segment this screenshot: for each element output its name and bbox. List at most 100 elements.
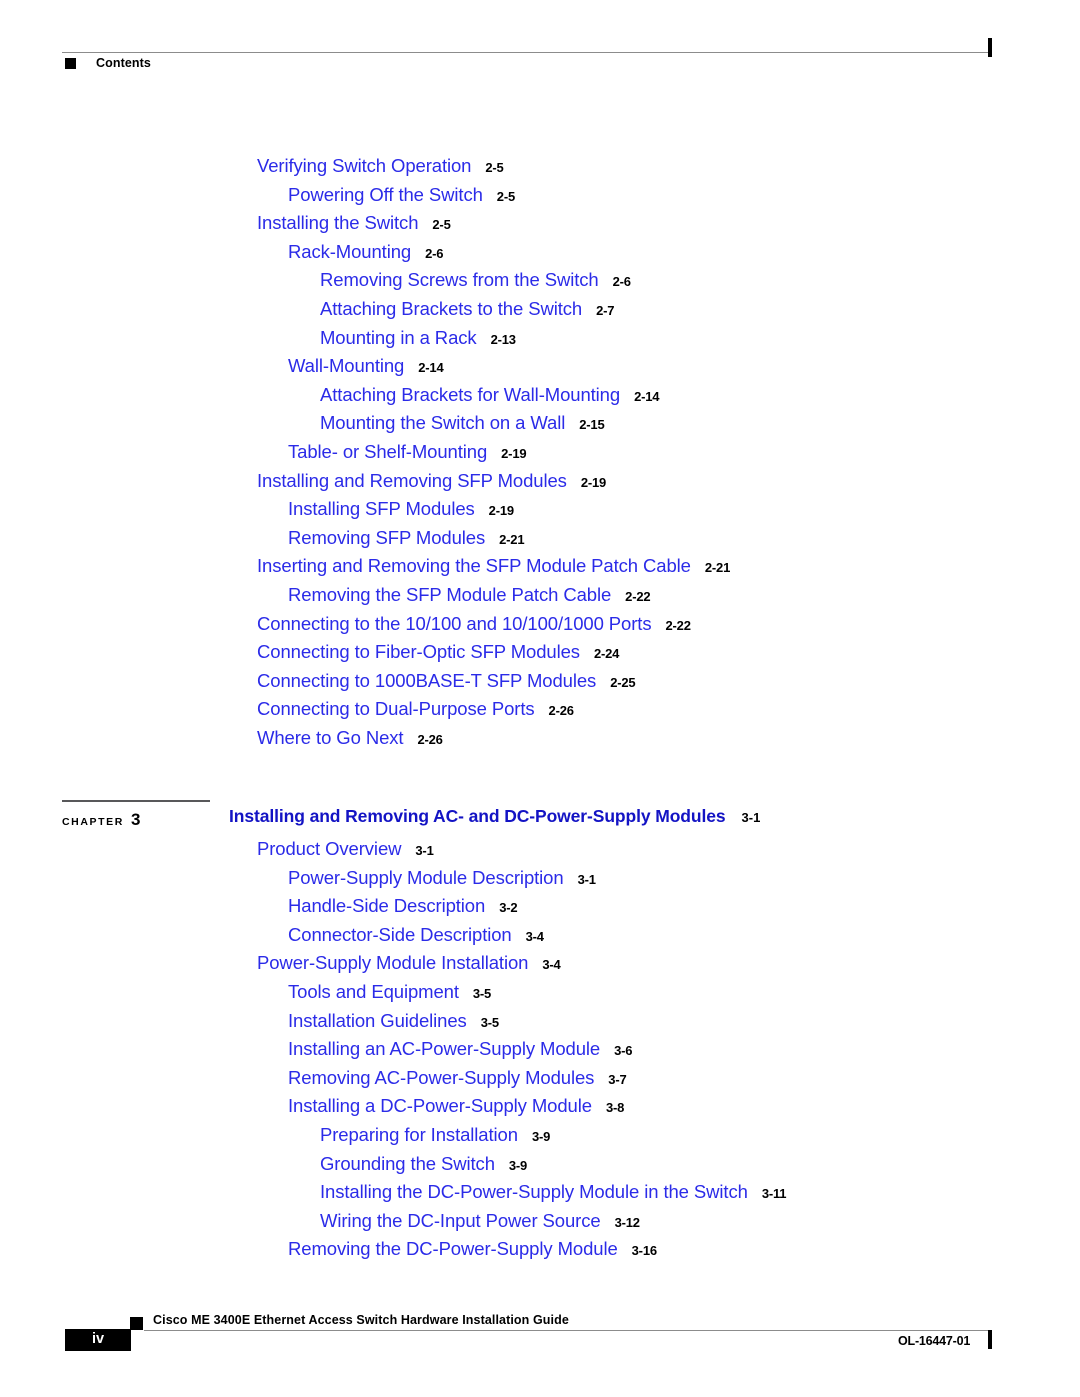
toc-entry[interactable]: Connecting to Dual-Purpose Ports 2-26 bbox=[257, 698, 574, 722]
page-header: Contents bbox=[0, 0, 1080, 100]
toc-entry-label[interactable]: Inserting and Removing the SFP Module Pa… bbox=[257, 555, 691, 577]
toc-entry-label[interactable]: Power-Supply Module Description bbox=[288, 867, 564, 889]
toc-entry[interactable]: Product Overview 3-1 bbox=[257, 838, 434, 862]
toc-entry-label[interactable]: Power-Supply Module Installation bbox=[257, 952, 528, 974]
toc-entry-page-number: 3-16 bbox=[631, 1243, 657, 1259]
toc-entry-label[interactable]: Handle-Side Description bbox=[288, 895, 485, 917]
toc-entry[interactable]: Installation Guidelines 3-5 bbox=[288, 1010, 499, 1034]
footer-guide-title: Cisco ME 3400E Ethernet Access Switch Ha… bbox=[153, 1313, 569, 1327]
toc-entry-label[interactable]: Table- or Shelf-Mounting bbox=[288, 441, 487, 463]
toc-entry[interactable]: Wiring the DC-Input Power Source 3-12 bbox=[320, 1210, 640, 1234]
toc-entry[interactable]: Preparing for Installation 3-9 bbox=[320, 1124, 550, 1148]
toc-entry-label[interactable]: Installing SFP Modules bbox=[288, 498, 475, 520]
toc-entry[interactable]: Attaching Brackets for Wall-Mounting 2-14 bbox=[320, 384, 659, 408]
toc-entry-page-number: 3-9 bbox=[508, 1157, 528, 1173]
toc-entry[interactable]: Rack-Mounting 2-6 bbox=[288, 241, 444, 265]
chapter-marker-number: 3 bbox=[130, 810, 141, 829]
toc-entry-label[interactable]: Preparing for Installation bbox=[320, 1124, 518, 1146]
toc-entry[interactable]: Installing and Removing SFP Modules 2-19 bbox=[257, 470, 606, 494]
toc-entry[interactable]: Attaching Brackets to the Switch 2-7 bbox=[320, 298, 615, 322]
chapter-marker-label: CHAPTER bbox=[62, 816, 124, 828]
toc-entry-page-number: 2-6 bbox=[425, 245, 444, 261]
toc-entry-page-number: 2-26 bbox=[417, 732, 443, 747]
toc-entry-label[interactable]: Mounting in a Rack bbox=[320, 327, 477, 349]
toc-entry[interactable]: Removing SFP Modules 2-21 bbox=[288, 527, 525, 551]
toc-entry[interactable]: Power-Supply Module Description 3-1 bbox=[288, 867, 596, 891]
toc-entry-page-number: 3-7 bbox=[608, 1071, 627, 1087]
toc-entry-page-number: 3-1 bbox=[577, 871, 596, 887]
toc-entry[interactable]: Wall-Mounting 2-14 bbox=[288, 355, 444, 379]
chapter-title-row[interactable]: Installing and Removing AC- and DC-Power… bbox=[229, 806, 760, 827]
toc-entry-page-number: 3-4 bbox=[542, 957, 561, 973]
toc-entry-label[interactable]: Installing the Switch bbox=[257, 212, 419, 234]
toc-entry-label[interactable]: Verifying Switch Operation bbox=[257, 155, 471, 177]
page-number: iv bbox=[91, 1331, 105, 1347]
toc-entry-page-number: 3-11 bbox=[761, 1186, 787, 1202]
toc-entry-label[interactable]: Connecting to Dual-Purpose Ports bbox=[257, 698, 535, 720]
toc-entry[interactable]: Handle-Side Description 3-2 bbox=[288, 895, 518, 919]
toc-entry[interactable]: Mounting the Switch on a Wall 2-15 bbox=[320, 412, 605, 436]
toc-entry-label[interactable]: Removing the DC-Power-Supply Module bbox=[288, 1238, 618, 1260]
toc-entry[interactable]: Grounding the Switch 3-9 bbox=[320, 1153, 527, 1177]
toc-entry[interactable]: Installing a DC-Power-Supply Module 3-8 bbox=[288, 1095, 624, 1119]
toc-entry-page-number: 2-19 bbox=[488, 503, 514, 519]
toc-entry-page-number: 2-5 bbox=[432, 217, 451, 233]
toc-entry-label[interactable]: Attaching Brackets for Wall-Mounting bbox=[320, 384, 620, 406]
toc-entry-label[interactable]: Installing a DC-Power-Supply Module bbox=[288, 1095, 592, 1117]
square-bullet-icon bbox=[65, 58, 76, 69]
header-divider bbox=[62, 52, 988, 53]
toc-entry-label[interactable]: Rack-Mounting bbox=[288, 241, 411, 263]
toc-entry-label[interactable]: Connecting to the 10/100 and 10/100/1000… bbox=[257, 613, 652, 635]
toc-entry[interactable]: Installing the Switch 2-5 bbox=[257, 212, 451, 236]
toc-entry-label[interactable]: Removing Screws from the Switch bbox=[320, 269, 599, 291]
toc-entry[interactable]: Power-Supply Module Installation 3-4 bbox=[257, 952, 561, 976]
toc-entry-label[interactable]: Installation Guidelines bbox=[288, 1010, 467, 1032]
toc-entry-label[interactable]: Powering Off the Switch bbox=[288, 184, 483, 206]
toc-entry[interactable]: Removing Screws from the Switch 2-6 bbox=[320, 269, 631, 293]
chapter-title-page-number: 3-1 bbox=[741, 810, 761, 825]
toc-entry[interactable]: Connecting to the 10/100 and 10/100/1000… bbox=[257, 613, 691, 637]
toc-entry[interactable]: Where to Go Next 2-26 bbox=[257, 727, 443, 751]
toc-entry-label[interactable]: Connecting to 1000BASE-T SFP Modules bbox=[257, 670, 596, 692]
toc-entry[interactable]: Tools and Equipment 3-5 bbox=[288, 981, 491, 1005]
toc-entry-label[interactable]: Installing the DC-Power-Supply Module in… bbox=[320, 1181, 748, 1203]
toc-entry[interactable]: Connecting to Fiber-Optic SFP Modules 2-2… bbox=[257, 641, 619, 665]
toc-entry[interactable]: Connecting to 1000BASE-T SFP Modules 2-25 bbox=[257, 670, 636, 694]
toc-entry-label[interactable]: Grounding the Switch bbox=[320, 1153, 495, 1175]
toc-entry[interactable]: Mounting in a Rack 2-13 bbox=[320, 327, 516, 351]
footer-edge-tick-mark bbox=[988, 1330, 992, 1349]
toc-entry[interactable]: Connector-Side Description 3-4 bbox=[288, 924, 544, 948]
running-head-title: Contents bbox=[96, 56, 151, 70]
toc-entry[interactable]: Installing SFP Modules 2-19 bbox=[288, 498, 514, 522]
chapter-title-link[interactable]: Installing and Removing AC- and DC-Power… bbox=[229, 806, 726, 827]
toc-entry-label[interactable]: Installing and Removing SFP Modules bbox=[257, 470, 567, 492]
toc-entry[interactable]: Table- or Shelf-Mounting 2-19 bbox=[288, 441, 527, 465]
toc-entry-page-number: 2-21 bbox=[704, 560, 731, 576]
toc-entry-label[interactable]: Where to Go Next bbox=[257, 727, 404, 749]
toc-entry-label[interactable]: Removing SFP Modules bbox=[288, 527, 485, 549]
toc-entry-label[interactable]: Wall-Mounting bbox=[288, 355, 404, 377]
toc-entry-label[interactable]: Connector-Side Description bbox=[288, 924, 512, 946]
toc-entry[interactable]: Removing the SFP Module Patch Cable 2-22 bbox=[288, 584, 651, 608]
toc-entry[interactable]: Removing the DC-Power-Supply Module 3-16 bbox=[288, 1238, 657, 1262]
toc-entry-label[interactable]: Attaching Brackets to the Switch bbox=[320, 298, 582, 320]
toc-entry[interactable]: Verifying Switch Operation 2-5 bbox=[257, 155, 504, 179]
toc-entry-label[interactable]: Mounting the Switch on a Wall bbox=[320, 412, 565, 434]
toc-entry[interactable]: Powering Off the Switch 2-5 bbox=[288, 184, 515, 208]
toc-entry-page-number: 2-6 bbox=[612, 274, 631, 290]
toc-entry-label[interactable]: Removing AC-Power-Supply Modules bbox=[288, 1067, 594, 1089]
toc-entry-label[interactable]: Connecting to Fiber-Optic SFP Modules bbox=[257, 641, 580, 663]
toc-entry[interactable]: Installing an AC-Power-Supply Module 3-6 bbox=[288, 1038, 632, 1062]
toc-entry-label[interactable]: Tools and Equipment bbox=[288, 981, 459, 1003]
toc-entry-page-number: 2-14 bbox=[418, 360, 444, 376]
toc-entry-page-number: 2-7 bbox=[596, 303, 615, 318]
footer-document-id: OL-16447-01 bbox=[898, 1334, 971, 1348]
toc-entry-label[interactable]: Installing an AC-Power-Supply Module bbox=[288, 1038, 600, 1060]
toc-entry[interactable]: Installing the DC-Power-Supply Module in… bbox=[320, 1181, 787, 1205]
toc-entry-label[interactable]: Product Overview bbox=[257, 838, 402, 860]
toc-entry-page-number: 2-13 bbox=[490, 331, 516, 347]
toc-entry[interactable]: Removing AC-Power-Supply Modules 3-7 bbox=[288, 1067, 627, 1091]
toc-entry-label[interactable]: Removing the SFP Module Patch Cable bbox=[288, 584, 611, 606]
toc-entry[interactable]: Inserting and Removing the SFP Module Pa… bbox=[257, 555, 730, 579]
toc-entry-label[interactable]: Wiring the DC-Input Power Source bbox=[320, 1210, 601, 1232]
